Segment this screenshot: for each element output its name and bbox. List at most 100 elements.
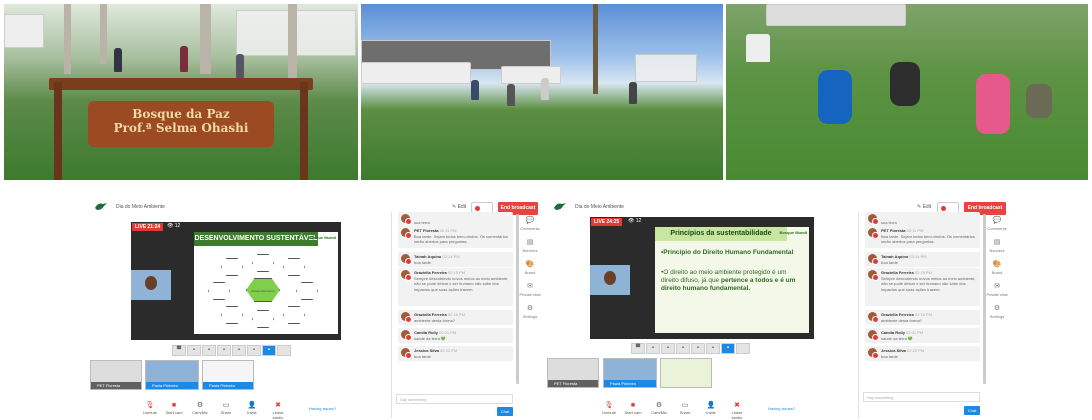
source-thumb[interactable] <box>660 358 712 388</box>
layout-group-icon[interactable]: ▪ <box>187 345 201 356</box>
cam-mic-button[interactable]: ⚙ Cam/Mic <box>191 402 209 415</box>
chat-input[interactable]: Say something <box>863 392 980 402</box>
share-button[interactable]: ▭ Share <box>676 402 694 415</box>
tab-settings[interactable]: ⚙ Settings <box>519 304 541 326</box>
studio-sidebar: 💬 Comments ▤ Banners 🎨 Brand ✉ Private chat … <box>519 216 541 326</box>
chat-message: Camila Rolly 02:21 PM saúde da terra 💚 <box>398 328 513 343</box>
avatar <box>868 270 879 281</box>
layout-single-icon[interactable]: ▀ <box>631 343 645 354</box>
layout-screen-icon[interactable]: ▪ <box>676 343 690 354</box>
chat-author: Camila Rolly <box>881 330 906 335</box>
thumb-label: PET Floresta <box>91 382 141 389</box>
brand-logo: Bosque Mundi <box>308 235 336 240</box>
layout-blank-icon[interactable] <box>277 345 291 356</box>
chat-time: 02:18 PM <box>914 312 932 317</box>
layout-cinema-icon[interactable]: ▪ <box>706 343 720 354</box>
bird-logo-icon <box>553 201 567 211</box>
chat-author: Jessica Silva <box>414 348 439 353</box>
avatar <box>401 214 412 225</box>
start-cam-button[interactable]: ■ Start cam <box>165 402 183 415</box>
layout-leader-icon[interactable]: ▪ <box>661 343 675 354</box>
truck <box>501 66 561 84</box>
help-link[interactable]: Having issues? <box>309 406 336 411</box>
layout-pip-icon[interactable]: ▪ <box>232 345 246 356</box>
chat-author: PET Floresta <box>881 228 906 233</box>
source-thumb[interactable]: PET Floresta <box>547 358 599 388</box>
avatar <box>401 348 412 359</box>
broadcast-title[interactable]: Dia do Meio Ambiente <box>575 204 624 210</box>
layout-leader-icon[interactable]: ▪ <box>202 345 216 356</box>
start-cam-button[interactable]: ■ Start cam <box>624 402 642 415</box>
tab-comments[interactable]: 💬 Comments <box>986 216 1008 238</box>
diagram-hex <box>252 254 274 272</box>
slide-title: DESENVOLVIMENTO SUSTENTÁVEL <box>194 232 318 246</box>
slide-bullet-2: •O direito ao meio ambiente protegido é … <box>661 269 796 292</box>
gear-icon: ⚙ <box>196 402 204 409</box>
presenter-webcam <box>131 270 171 300</box>
tab-settings[interactable]: ⚙ Settings <box>986 304 1008 326</box>
invite-button[interactable]: 👤 Invite <box>702 402 720 415</box>
diagram-hex-center: Desenvolvimento sustentável <box>246 278 280 302</box>
broadcast-studio-1: Dia do Meio Ambiente ✎ Edit End broadcas… <box>86 194 541 420</box>
broadcast-studio-2: Dia do Meio Ambiente ✎ Edit End broadcas… <box>545 194 1008 420</box>
layout-cinema-icon[interactable]: ▪ <box>247 345 261 356</box>
edit-button[interactable]: ✎ Edit <box>452 204 466 210</box>
avatar <box>868 348 879 359</box>
chat-text: ambiente desta forma? <box>881 317 922 323</box>
greenhouse <box>635 54 697 82</box>
layout-single-icon[interactable]: ▀ <box>172 345 186 356</box>
tab-banners[interactable]: ▤ Banners <box>986 238 1008 260</box>
source-thumb[interactable]: Paula Pinheiro <box>603 358 657 388</box>
layout-pip-icon[interactable]: ▪ <box>691 343 705 354</box>
sign-post <box>300 82 308 180</box>
layout-blank-icon[interactable] <box>736 343 750 354</box>
leave-studio-button[interactable]: ✖ Leave studio <box>728 402 746 420</box>
layout-group-icon[interactable]: ▪ <box>646 343 660 354</box>
chat-send-button[interactable]: Chat <box>497 407 513 416</box>
source-thumb[interactable]: Paula Pinheiro <box>145 360 199 390</box>
source-thumb[interactable]: Paula Pinheiro <box>202 360 254 390</box>
tab-brand[interactable]: 🎨 Brand <box>519 260 541 282</box>
source-thumb[interactable]: PET Floresta <box>90 360 142 390</box>
edit-button[interactable]: ✎ Edit <box>917 204 931 210</box>
chat-time: 02:22 PM <box>907 348 925 353</box>
chat-message: Tainah Aquino 02:14 PM boa tarde <box>398 252 513 267</box>
sign-line-1: Bosque da Paz <box>132 107 230 121</box>
avatar <box>401 330 412 341</box>
tab-comments[interactable]: 💬 Comments <box>519 216 541 238</box>
help-link[interactable]: Having issues? <box>768 406 795 411</box>
chat-message: Graziella Ferreira 02:15 PM Sempre descob… <box>398 268 513 306</box>
close-icon: ✖ <box>734 402 740 409</box>
slide-title: Princípios da sustentabilidade <box>655 227 787 241</box>
layout-side-icon[interactable]: ▪ <box>262 345 276 356</box>
cam-mic-button[interactable]: ⚙ Cam/Mic <box>650 402 668 415</box>
layout-side-icon[interactable]: ▪ <box>721 343 735 354</box>
tree-trunk <box>64 4 71 74</box>
tab-banners[interactable]: ▤ Banners <box>519 238 541 260</box>
leave-studio-button[interactable]: ✖ Leave studio <box>269 402 287 420</box>
chat-text: boa tarde <box>881 259 898 265</box>
chat-time: 02:22 PM <box>440 348 458 353</box>
chat-text: sua terra <box>881 219 897 225</box>
layout-screen-icon[interactable]: ▪ <box>217 345 231 356</box>
add-user-icon: 👤 <box>247 402 257 409</box>
sign-post <box>54 82 62 180</box>
tab-brand[interactable]: 🎨 Brand <box>986 260 1008 282</box>
live-badge: LIVE 24:25 <box>591 218 623 226</box>
unmute-button[interactable]: 🎙 Unmute <box>600 402 618 415</box>
broadcast-title[interactable]: Dia do Meio Ambiente <box>116 204 165 210</box>
chat-input[interactable]: Say something <box>396 394 513 404</box>
gear-icon: ⚙ <box>655 402 663 409</box>
tab-private-chat[interactable]: ✉ Private chat <box>519 282 541 304</box>
unmute-button[interactable]: 🎙 Unmute <box>141 402 159 415</box>
thumb-label: Paula Pinheiro <box>146 382 198 389</box>
chat-send-button[interactable]: Chat <box>964 406 980 415</box>
person <box>541 78 549 100</box>
invite-button[interactable]: 👤 Invite <box>243 402 261 415</box>
share-button[interactable]: ▭ Share <box>217 402 235 415</box>
chat-text: Sempre descobrindo novos meios ao meio a… <box>414 275 509 292</box>
chat-time: 02:11 PM <box>439 228 457 233</box>
chat-author: Graziella Ferreira <box>414 312 447 317</box>
tab-private-chat[interactable]: ✉ Private chat <box>986 282 1008 304</box>
chat-text: sua terra <box>414 219 430 225</box>
